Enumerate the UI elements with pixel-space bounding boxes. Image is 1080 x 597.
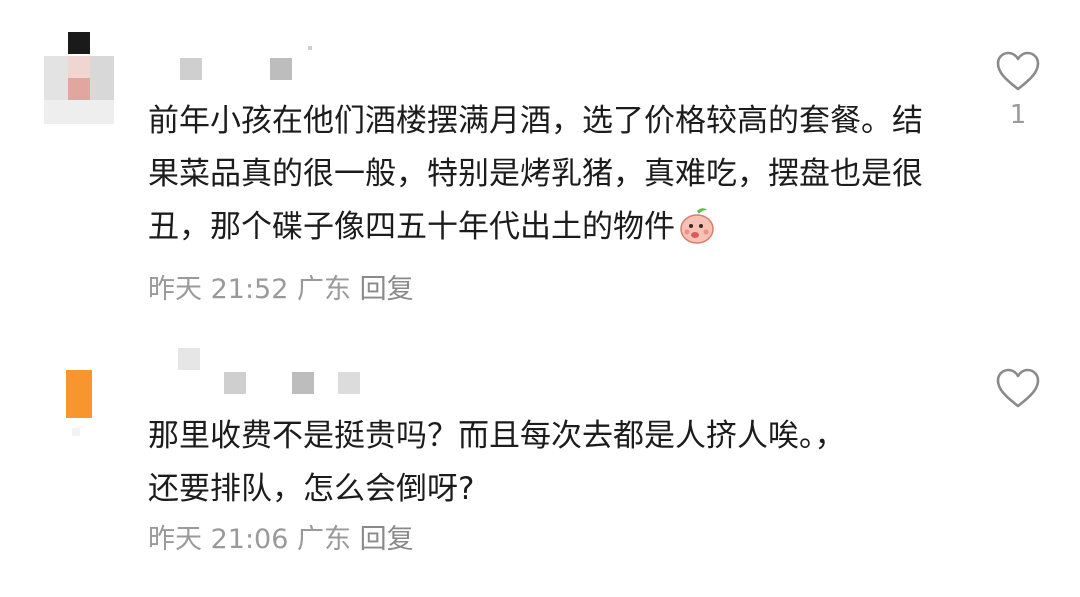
comment-time: 昨天 21:06: [148, 524, 289, 555]
username-blurred[interactable]: [148, 346, 378, 396]
comment-time: 昨天 21:52: [148, 274, 289, 305]
like-button[interactable]: 1: [988, 50, 1048, 130]
avatar[interactable]: [66, 370, 92, 436]
comment-item: 前年小孩在他们酒楼摆满月酒，选了价格较高的套餐。结果菜品真的很一般，特别是烤乳猪…: [0, 0, 1080, 320]
comment-text: 那里收费不是挺贵吗？而且每次去都是人挤人唉。，还要排队，怎么会倒呀?: [148, 410, 868, 516]
comment-body: 那里收费不是挺贵吗？而且每次去都是人挤人唉。，还要排队，怎么会倒呀?: [148, 418, 846, 507]
comment-location: 广东: [297, 524, 351, 555]
peach-emoji-icon: [677, 205, 717, 262]
comment-location: 广东: [297, 274, 351, 305]
like-count: 1: [1009, 100, 1027, 130]
comment-meta: 昨天 21:06 广东 回复: [148, 520, 414, 560]
comment-item: 那里收费不是挺贵吗？而且每次去都是人挤人唉。，还要排队，怎么会倒呀? 昨天 21…: [0, 330, 1080, 597]
reply-button[interactable]: 回复: [360, 263, 414, 316]
like-button[interactable]: [988, 367, 1048, 409]
comment-meta: 昨天 21:52 广东 回复: [148, 274, 414, 305]
avatar[interactable]: [44, 32, 114, 124]
username-blurred[interactable]: [148, 42, 328, 82]
heart-icon: [996, 51, 1040, 91]
comment-body: 前年小孩在他们酒楼摆满月酒，选了价格较高的套餐。结果菜品真的很一般，特别是烤乳猪…: [148, 103, 923, 245]
comment-text: 前年小孩在他们酒楼摆满月酒，选了价格较高的套餐。结果菜品真的很一般，特别是烤乳猪…: [148, 95, 948, 316]
reply-button[interactable]: 回复: [360, 520, 414, 560]
heart-icon: [996, 368, 1040, 408]
